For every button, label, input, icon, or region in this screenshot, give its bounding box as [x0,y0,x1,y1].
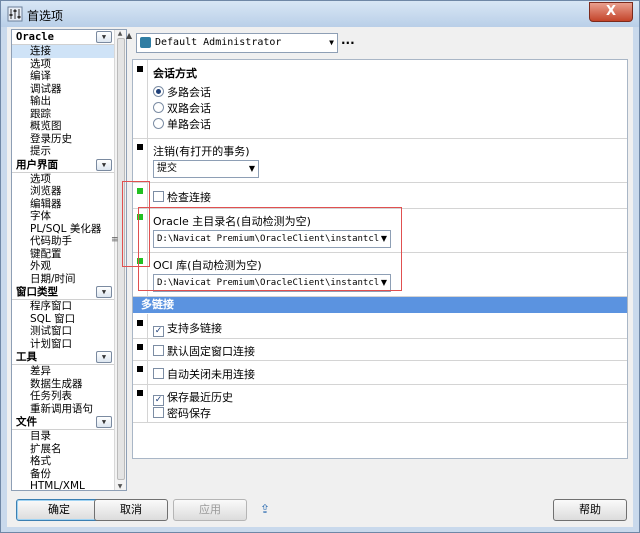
collapse-icon[interactable]: ▼ [96,416,112,428]
radio-single-session[interactable]: 单路会话 [153,116,211,132]
radio-multi-session[interactable]: 多路会话 [153,84,211,100]
radio-dual-session[interactable]: 双路会话 [153,100,211,116]
nav-item[interactable]: PL/SQL 美化器 [12,223,114,236]
nav-item[interactable]: 测试窗口 [12,325,114,338]
check-connection-section: 检查连接 [133,182,627,209]
multi-support-section: ✓ 支持多链接 [133,314,627,339]
nav-item[interactable]: 提示 [12,145,114,158]
multi-support-checkbox[interactable]: ✓ 支持多链接 [153,320,222,337]
fixed-window-section: 默认固定窗口连接 [133,338,627,361]
preferences-window: 首选项 X Oracle ▼ 连接 选项 编译 调试器 输出 跟踪 概览图 登录历史 提示 用户界面 ▼… [0,0,640,533]
history-section: ✓ 保存最近历史 密码保存 [133,384,627,423]
save-history-checkbox[interactable]: ✓ 保存最近历史 [153,389,233,406]
nav-item[interactable]: 差异 [12,365,114,378]
nav-item[interactable]: 任务列表 [12,390,114,403]
preferences-nav: Oracle ▼ 连接 选项 编译 调试器 输出 跟踪 概览图 登录历史 提示 用户界面 ▼ 选项 浏览器编… [11,29,127,491]
save-password-checkbox[interactable]: 密码保存 [153,405,211,421]
logoff-title: 注销(有打开的事务) [153,145,250,158]
auto-close-section: 自动关闭未用连接 [133,360,627,385]
nav-item[interactable]: 数据生成器 [12,378,114,391]
nav-item[interactable]: 编译 [12,70,114,83]
splitter-grip-icon[interactable]: ≡ [111,235,119,245]
session-mode-section: 会话方式 多路会话 双路会话 单路会话 [133,60,627,139]
nav-item[interactable]: 程序窗口 [12,300,114,313]
highlight-paths [138,207,402,291]
chevron-down-icon: ▼ [329,38,334,47]
collapse-icon[interactable]: ▼ [96,31,112,43]
nav-list: Oracle ▼ 连接 选项 编译 调试器 输出 跟踪 概览图 登录历史 提示 用户界面 ▼ 选项 浏览器编… [12,30,114,490]
logoff-select[interactable]: 提交 ▼ [153,160,259,178]
session-mode-title: 会话方式 [153,67,197,80]
section-marker [137,390,143,396]
nav-category[interactable]: 窗口类型 ▼ [12,285,114,300]
nav-item[interactable]: 日期/时间 [12,273,114,286]
nav-item[interactable]: 外观 [12,260,114,273]
section-marker [137,320,143,326]
nav-item[interactable]: 选项 [12,58,114,71]
settings-area: ▲ Default Administrator ▼ ... 会话方式 多路会话 … [122,29,631,489]
nav-item[interactable]: 目录 [12,430,114,443]
profile-more-button[interactable]: ... [341,33,355,47]
nav-category[interactable]: Oracle ▼ [12,30,114,45]
section-marker [137,366,143,372]
profile-value: Default Administrator [155,37,282,48]
nav-category[interactable]: 用户界面 ▼ [12,158,114,173]
close-icon: X [605,4,617,19]
nav-item[interactable]: 编辑器 [12,198,114,211]
nav-item[interactable]: 调试器 [12,83,114,96]
scroll-up-icon[interactable]: ▲ [116,30,124,37]
nav-item[interactable]: 键配置 [12,248,114,261]
section-marker [137,66,143,72]
nav-item[interactable]: 输出 [12,95,114,108]
title-bar: 首选项 X [1,1,639,27]
nav-item[interactable]: 登录历史 [12,133,114,146]
nav-item[interactable]: 代码助手 [12,235,114,248]
logoff-section: 注销(有打开的事务) 提交 ▼ [133,138,627,183]
close-button[interactable]: X [589,2,633,22]
nav-item[interactable]: 浏览器 [12,185,114,198]
check-connection-checkbox[interactable]: 检查连接 [153,189,211,205]
nav-item[interactable]: SQL 窗口 [12,313,114,326]
nav-item[interactable]: 备份 [12,468,114,481]
nav-item[interactable]: 选项 [12,173,114,186]
profile-bar: ▲ Default Administrator ▼ ... [126,29,631,55]
nav-item[interactable]: 重新调用语句 [12,403,114,416]
nav-item[interactable]: 连接 [12,45,114,58]
nav-item[interactable]: 扩展名 [12,443,114,456]
collapse-icon[interactable]: ▼ [96,158,112,171]
nav-item[interactable]: 字体 [12,210,114,223]
chevron-down-icon: ▼ [248,164,255,173]
nav-item[interactable]: 跟踪 [12,108,114,121]
profile-select[interactable]: Default Administrator ▼ [136,33,338,53]
collapse-icon[interactable]: ▼ [96,286,112,298]
dialog-client: Oracle ▼ 连接 选项 编译 调试器 输出 跟踪 概览图 登录历史 提示 用户界面 ▼ 选项 浏览器编… [7,27,633,527]
apply-button[interactable]: 应用 [173,499,247,521]
nav-item[interactable]: HTML/XML [12,480,114,490]
export-icon[interactable]: ⇪ [260,502,274,516]
nav-category[interactable]: 工具 ▼ [12,350,114,365]
help-button[interactable]: 帮助 [553,499,627,521]
collapse-icon[interactable]: ▼ [96,351,112,363]
window-title: 首选项 [27,9,64,23]
multi-connection-header: 多链接 [133,297,627,313]
nav-item[interactable]: 格式 [12,455,114,468]
cancel-button[interactable]: 取消 [94,499,168,521]
nav-item[interactable]: 计划窗口 [12,338,114,351]
section-marker [137,344,143,350]
collapse-up-icon[interactable]: ▲ [126,31,132,40]
preferences-icon [7,6,23,22]
nav-category[interactable]: 文件 ▼ [12,415,114,430]
nav-item[interactable]: 概览图 [12,120,114,133]
fixed-window-checkbox[interactable]: 默认固定窗口连接 [153,343,255,359]
ok-button[interactable]: 确定 [16,499,102,521]
profile-icon [140,37,151,48]
section-marker [137,144,143,150]
auto-close-checkbox[interactable]: 自动关闭未用连接 [153,366,255,382]
scroll-down-icon[interactable]: ▼ [116,483,124,490]
